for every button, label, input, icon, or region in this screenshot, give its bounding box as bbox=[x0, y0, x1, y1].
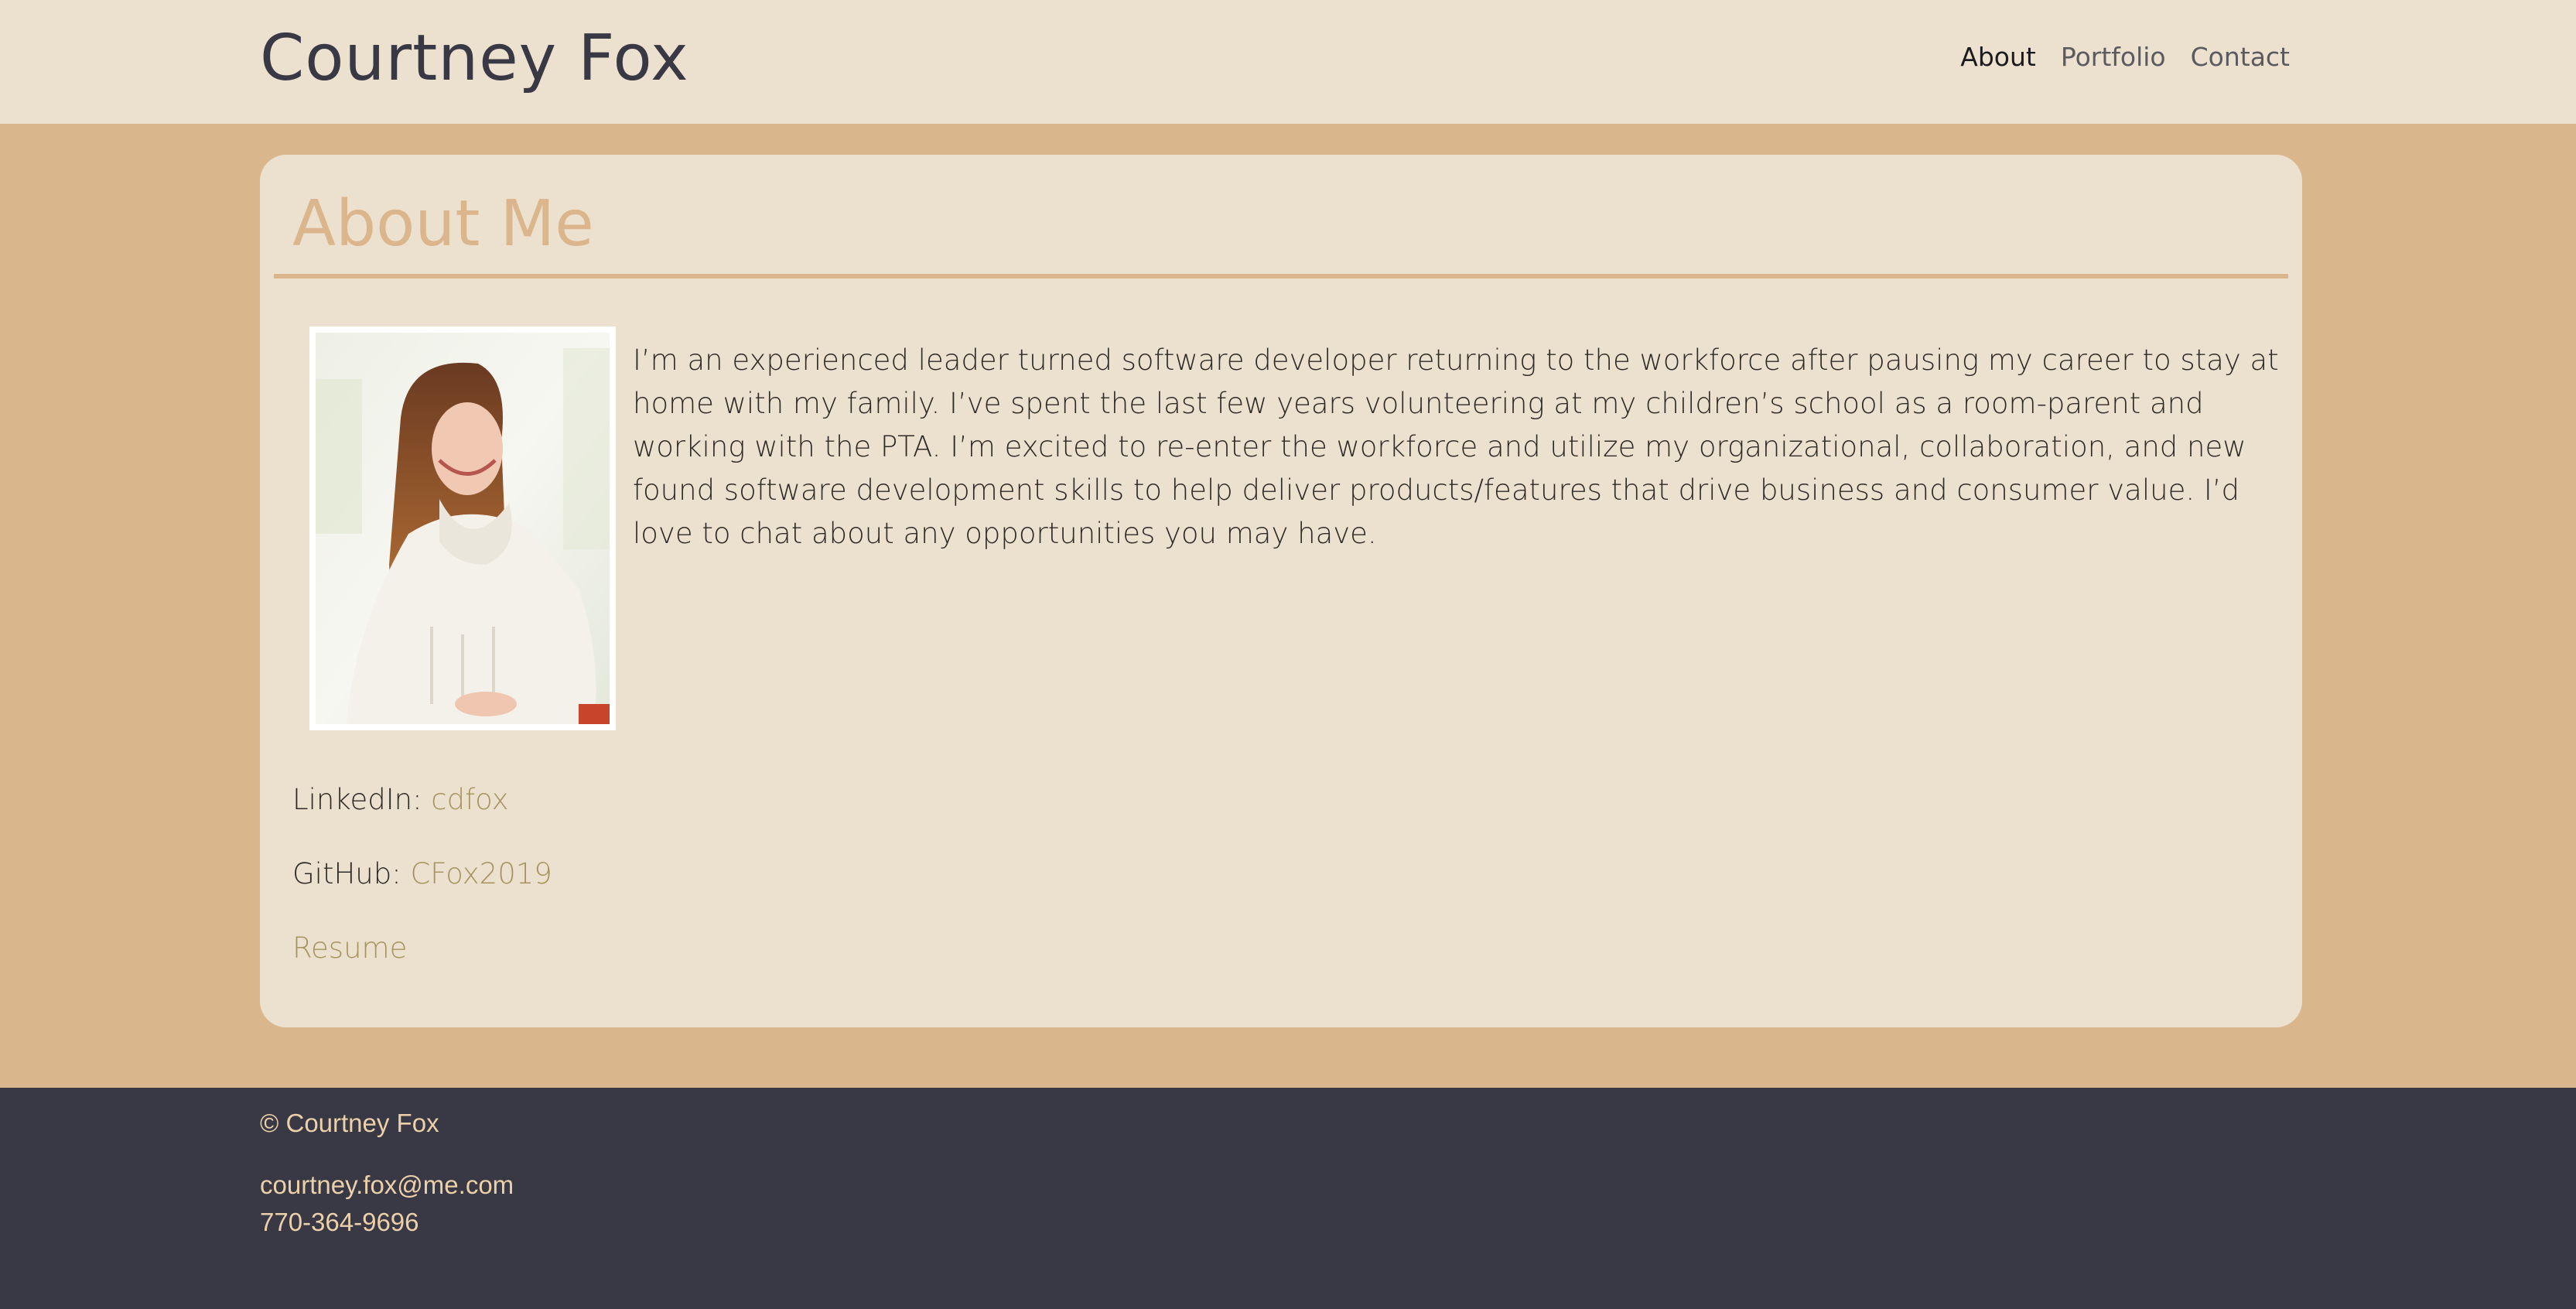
github-line: GitHub: CFox2019 bbox=[292, 854, 552, 894]
linkedin-line: LinkedIn: cdfox bbox=[292, 780, 509, 820]
site-header: Courtney Fox About Portfolio Contact bbox=[0, 0, 2576, 124]
footer-phone: 770-364-9696 bbox=[260, 1208, 419, 1236]
portrait-image bbox=[316, 333, 610, 724]
bio-text: I’m an experienced leader turned softwar… bbox=[633, 343, 2279, 550]
github-link[interactable]: CFox2019 bbox=[410, 857, 552, 890]
linkedin-label: LinkedIn: bbox=[292, 783, 432, 816]
profile-photo bbox=[309, 326, 616, 730]
nav-about-link[interactable]: About bbox=[1960, 40, 2036, 74]
about-card: About Me I’m an experienced leader turne… bbox=[260, 155, 2302, 1027]
nav-contact-link[interactable]: Contact bbox=[2191, 40, 2290, 74]
about-heading: About Me bbox=[292, 187, 594, 261]
resume-link[interactable]: Resume bbox=[292, 928, 407, 969]
footer-email: courtney.fox@me.com bbox=[260, 1171, 514, 1199]
main-nav: About Portfolio Contact bbox=[1960, 40, 2290, 74]
linkedin-link[interactable]: cdfox bbox=[431, 783, 508, 816]
heading-divider bbox=[274, 274, 2288, 279]
site-footer: © Courtney Fox courtney.fox@me.com 770-3… bbox=[0, 1088, 2576, 1309]
site-title: Courtney Fox bbox=[260, 22, 689, 95]
github-label: GitHub: bbox=[292, 857, 411, 890]
nav-portfolio-link[interactable]: Portfolio bbox=[2061, 40, 2166, 74]
footer-copyright: © Courtney Fox bbox=[260, 1109, 439, 1137]
